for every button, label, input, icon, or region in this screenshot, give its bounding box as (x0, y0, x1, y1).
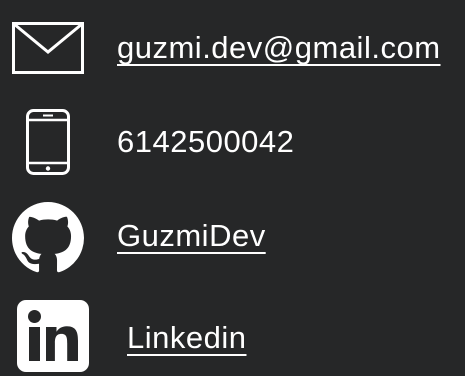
contact-list: guzmi.dev@gmail.com 6142500042 GuzmiDev (0, 0, 465, 372)
contact-row-email: guzmi.dev@gmail.com (0, 6, 465, 86)
smartphone-icon (26, 109, 70, 175)
contact-row-linkedin: Linkedin (0, 296, 465, 376)
linkedin-link[interactable]: Linkedin (127, 322, 246, 353)
contact-row-phone: 6142500042 (0, 104, 465, 184)
contact-row-github: GuzmiDev (0, 198, 465, 278)
email-link[interactable]: guzmi.dev@gmail.com (117, 32, 441, 63)
github-icon (12, 202, 84, 274)
envelope-icon (12, 22, 84, 74)
linkedin-icon (17, 300, 89, 372)
github-link[interactable]: GuzmiDev (117, 220, 266, 251)
phone-number: 6142500042 (117, 124, 295, 159)
